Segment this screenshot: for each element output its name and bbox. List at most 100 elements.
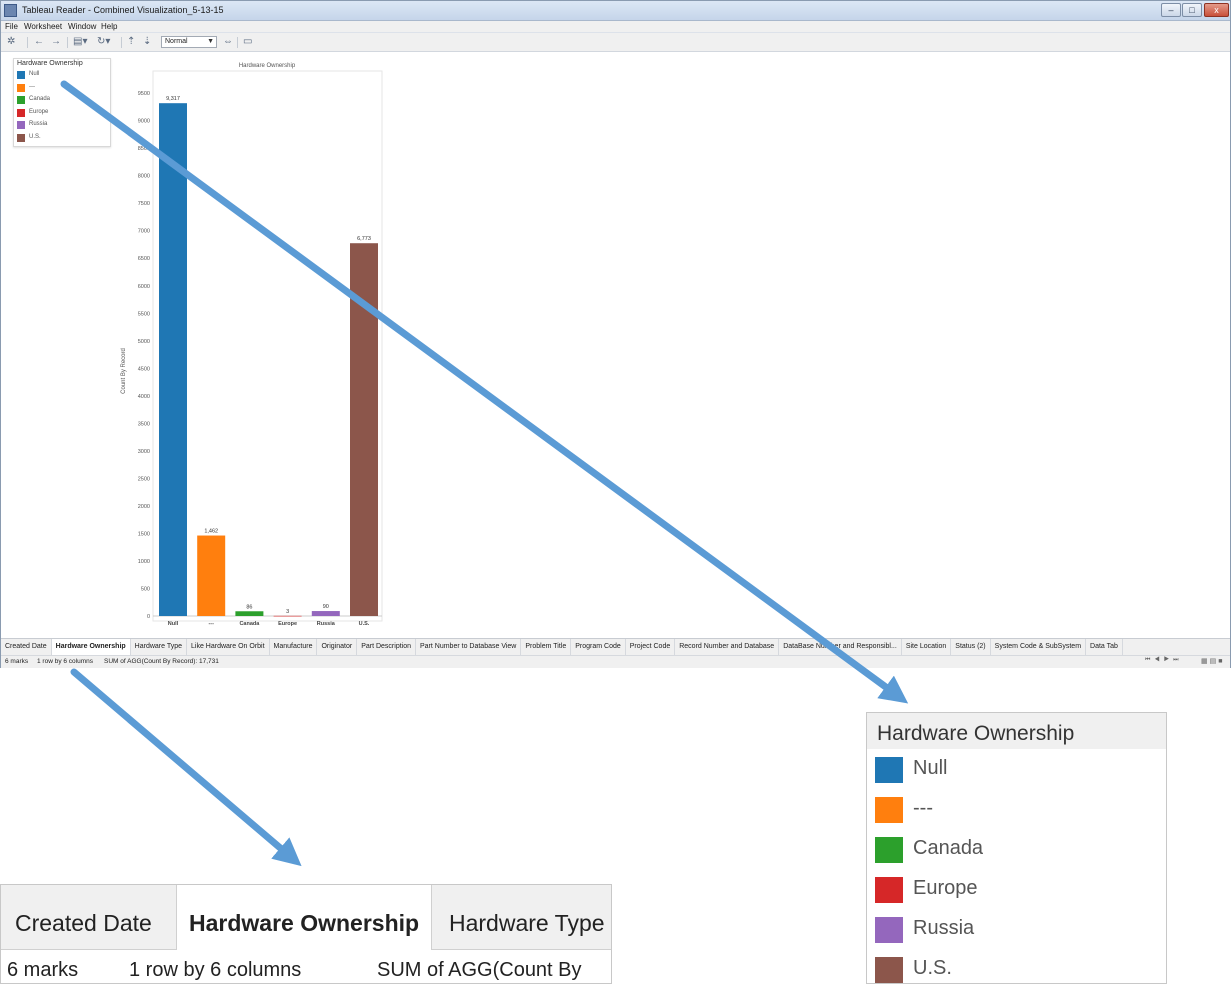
legend-label: Europe	[29, 108, 49, 115]
legend-swatch	[875, 877, 903, 903]
maximize-button[interactable]: □	[1182, 3, 1202, 17]
sheet-tab[interactable]: System Code & SubSystem	[991, 639, 1087, 655]
legend-label: Null	[29, 71, 40, 77]
color-legend: Hardware Ownership Null --- Canada Europ…	[13, 58, 111, 147]
sheet-tab[interactable]: Record Number and Database	[675, 639, 780, 655]
sheet-tab[interactable]: Part Description	[357, 639, 416, 655]
legend-swatch	[875, 837, 903, 863]
presentation-mode-icon[interactable]: ▭	[243, 35, 252, 49]
close-button[interactable]: x	[1204, 3, 1229, 17]
status-rows-columns: 1 row by 6 columns	[37, 658, 93, 665]
zoomed-status-sum: SUM of AGG(Count By	[377, 959, 582, 981]
legend-swatch	[875, 917, 903, 943]
refresh-icon[interactable]: ↻▾	[97, 35, 110, 49]
menu-bar: File Worksheet Window Help	[1, 21, 1230, 33]
legend-swatch	[875, 757, 903, 783]
menu-worksheet[interactable]: Worksheet	[24, 22, 62, 31]
y-tick-label: 9500	[138, 91, 150, 97]
y-tick-label: 4000	[138, 394, 150, 400]
zoomed-tab-hardware-ownership[interactable]: Hardware Ownership	[176, 885, 433, 950]
menu-window[interactable]: Window	[68, 22, 96, 31]
toolbar-separator	[121, 37, 122, 48]
zoomed-tab-created-date[interactable]: Created Date	[15, 885, 152, 950]
menu-file[interactable]: File	[5, 22, 18, 31]
bar-6[interactable]	[350, 243, 378, 616]
hardware-ownership-bar-chart: Hardware Ownership Count By Record 0 500 1…	[121, 63, 383, 627]
legend-label: Russia	[913, 917, 975, 939]
bar-5[interactable]	[311, 611, 340, 616]
sheet-tab[interactable]: Part Number to Database View	[416, 639, 522, 655]
y-tick-label: 2000	[138, 504, 150, 510]
legend-label: Russia	[29, 121, 48, 127]
zoomed-tab-hardware-type[interactable]: Hardware Type	[449, 885, 605, 950]
tableau-logo-icon: ✲	[7, 36, 16, 47]
y-tick-label: 9000	[138, 119, 150, 125]
y-tick-label: 3000	[138, 449, 150, 455]
fit-width-icon[interactable]: ⇔	[223, 35, 233, 49]
legend-swatch	[17, 121, 25, 129]
sheet-tab-bar: Created Date Hardware Ownership Hardware T…	[1, 638, 1230, 655]
x-category-label: Null	[168, 621, 179, 627]
bar-data-label: 6,773	[357, 236, 371, 242]
bar-4[interactable]	[273, 615, 302, 617]
legend-swatch	[17, 83, 25, 92]
y-tick-label: 8500	[138, 146, 150, 152]
data-source-icon[interactable]: ▤▾	[73, 35, 87, 49]
sheet-tab[interactable]: Problem Title	[521, 639, 572, 655]
x-category-label: Canada	[239, 621, 260, 627]
zoomed-tab-callout: Created Date Hardware Ownership Hardware…	[0, 884, 612, 984]
y-tick-label: 7500	[138, 201, 150, 207]
sheet-tab[interactable]: Hardware Type	[131, 639, 188, 655]
sheet-tab[interactable]: Project Code	[626, 639, 676, 655]
legend-label: U.S.	[913, 957, 952, 979]
y-tick-label: 0	[147, 614, 150, 620]
bar-data-label: 90	[323, 604, 329, 610]
sheet-tab[interactable]: DataBase Number and Responsibl...	[779, 639, 902, 655]
x-category-label: Europe	[278, 621, 297, 627]
view-size-value: Normal	[165, 38, 188, 45]
sheet-view-mode-icons[interactable]: ▦▤■	[1201, 657, 1224, 665]
sheet-tab[interactable]: Hardware Ownership	[51, 639, 131, 655]
sheet-tab[interactable]: Status (2)	[951, 639, 991, 655]
status-sum: SUM of AGG(Count By Record): 17,731	[104, 658, 219, 665]
sheet-navigation-icons[interactable]: ⏮◀▶⏭	[1145, 657, 1183, 664]
sort-ascending-icon[interactable]: ⇡	[127, 35, 135, 49]
sheet-tab[interactable]: Manufacture	[270, 639, 318, 655]
sort-descending-icon[interactable]: ⇣	[143, 35, 151, 49]
menu-help[interactable]: Help	[101, 22, 117, 31]
bar-3[interactable]	[235, 611, 264, 616]
legend-label: ---	[913, 797, 933, 819]
toolbar-separator	[237, 37, 238, 48]
chevron-down-icon: ▼	[207, 38, 214, 45]
sheet-tab[interactable]: Site Location	[902, 639, 952, 655]
arrow-to-zoomed-tabs	[70, 668, 302, 867]
bar-2[interactable]	[197, 535, 226, 616]
sheet-tab[interactable]: Program Code	[571, 639, 626, 655]
sheet-tab[interactable]: Like Hardware On Orbit	[187, 639, 270, 655]
back-arrow-icon[interactable]: ←	[34, 35, 44, 49]
bar-data-label: 86	[246, 604, 252, 610]
chart-title: Hardware Ownership	[239, 63, 296, 69]
sheet-tab[interactable]: Data Tab	[1086, 639, 1123, 655]
legend-label: Null	[913, 757, 948, 779]
legend-title: Hardware Ownership	[17, 60, 83, 67]
y-tick-label: 6500	[138, 256, 150, 262]
y-tick-label: 8000	[138, 174, 150, 180]
legend-label: Canada	[29, 96, 51, 102]
forward-arrow-icon[interactable]: →	[51, 35, 61, 49]
bar-1[interactable]	[159, 103, 187, 616]
status-marks: 6 marks	[5, 658, 29, 665]
sheet-tab[interactable]: Created Date	[1, 639, 52, 655]
y-tick-label: 6000	[138, 284, 150, 290]
minimize-button[interactable]: –	[1161, 3, 1181, 17]
y-axis-ticks: 0 500 1000 1500 2000 2500 3000 3500 4000 4500 5000…	[138, 91, 150, 620]
sheet-tab[interactable]: Originator	[317, 639, 358, 655]
title-bar: Tableau Reader - Combined Visualization_…	[1, 1, 1230, 21]
legend-label: Europe	[913, 877, 978, 899]
x-category-label: U.S.	[359, 621, 370, 627]
zoomed-status-marks: 6 marks	[7, 959, 79, 981]
legend-swatch	[17, 71, 25, 79]
view-size-select[interactable]: Normal ▼	[161, 36, 217, 48]
toolbar-separator	[27, 37, 28, 48]
y-tick-label: 1500	[138, 531, 150, 537]
